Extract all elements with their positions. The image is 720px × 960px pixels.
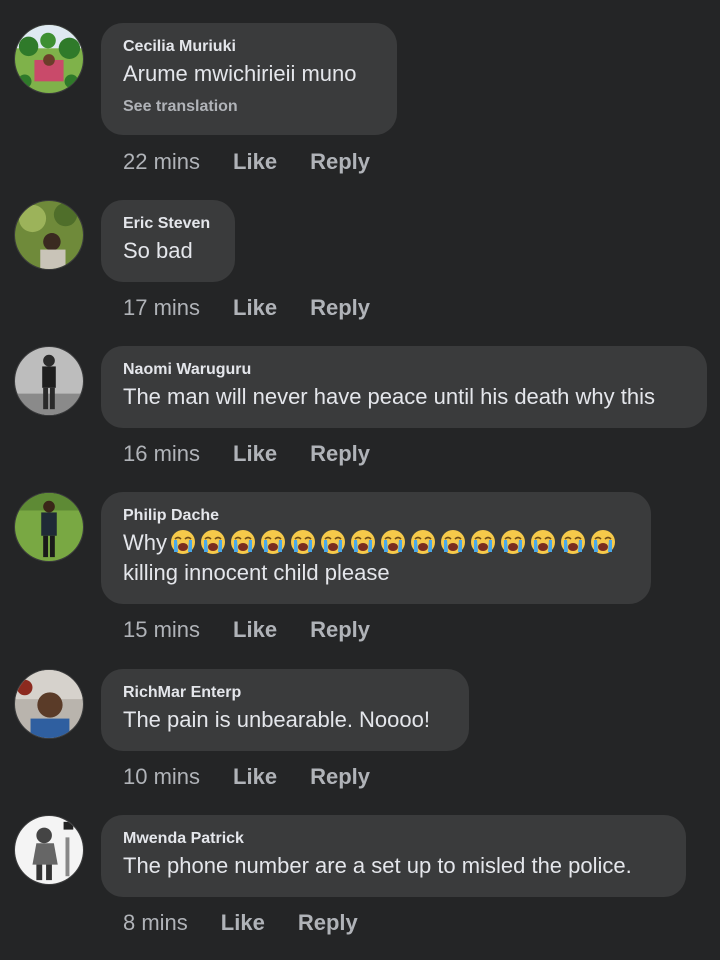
avatar-photo-icon [15,670,83,738]
comment-timestamp[interactable]: 22 mins [123,148,200,176]
comment-author[interactable]: Naomi Waruguru [123,360,685,380]
reply-button[interactable]: Reply [310,440,370,468]
comment-timestamp[interactable]: 10 mins [123,763,200,791]
comment-actions: 22 mins Like Reply [123,148,370,176]
loudly-crying-face-emoji [169,528,197,556]
comment-actions: 15 mins Like Reply [123,616,370,644]
like-button[interactable]: Like [233,148,277,176]
loudly-crying-face-emoji [259,528,287,556]
avatar[interactable] [14,492,84,562]
comment-timestamp[interactable]: 16 mins [123,440,200,468]
reply-button[interactable]: Reply [310,763,370,791]
comment-actions: 16 mins Like Reply [123,440,370,468]
like-button[interactable]: Like [233,440,277,468]
comment-text: Why [123,528,629,558]
comment-bubble: Naomi Waruguru The man will never have p… [101,346,707,428]
loudly-crying-face-emoji [349,528,377,556]
loudly-crying-face-emoji [499,528,527,556]
comment-bubble: Mwenda Patrick The phone number are a se… [101,815,686,897]
loudly-crying-face-emoji [589,528,617,556]
comment-text: So bad [123,238,193,263]
like-button[interactable]: Like [221,909,265,937]
loudly-crying-face-emoji [439,528,467,556]
loudly-crying-face-emoji [199,528,227,556]
comment-text-line2: killing innocent child please [123,560,390,585]
comment-bubble: Eric Steven So bad [101,200,235,282]
comment-author[interactable]: RichMar Enterp [123,683,447,703]
comment-actions: 8 mins Like Reply [123,909,358,937]
comment-bubble: Cecilia Muriuki Arume mwichirieii muno S… [101,23,397,135]
like-button[interactable]: Like [233,616,277,644]
like-button[interactable]: Like [233,294,277,322]
comment-timestamp[interactable]: 15 mins [123,616,200,644]
comment-text: Arume mwichirieii muno [123,61,357,86]
loudly-crying-face-emoji [469,528,497,556]
avatar-photo-icon [15,347,83,415]
comments-feed: Cecilia Muriuki Arume mwichirieii muno S… [0,0,720,960]
see-translation-link[interactable]: See translation [123,97,375,117]
comment-bubble: Philip Dache Why killing innocent child … [101,492,651,604]
loudly-crying-face-emoji [379,528,407,556]
loudly-crying-face-emoji [409,528,437,556]
avatar-photo-icon [15,816,83,884]
comment-text: The phone number are a set up to misled … [123,853,632,878]
reply-button[interactable]: Reply [298,909,358,937]
comment-text: The pain is unbearable. Noooo! [123,707,430,732]
loudly-crying-face-emoji [559,528,587,556]
avatar-photo-icon [15,25,83,93]
comment-timestamp[interactable]: 17 mins [123,294,200,322]
comment-author[interactable]: Eric Steven [123,214,213,234]
loudly-crying-face-emoji [229,528,257,556]
loudly-crying-face-emoji [319,528,347,556]
comment-bubble: RichMar Enterp The pain is unbearable. N… [101,669,469,751]
loudly-crying-face-emoji [529,528,557,556]
loudly-crying-face-emoji [289,528,317,556]
like-button[interactable]: Like [233,763,277,791]
avatar-photo-icon [15,201,83,269]
avatar[interactable] [14,24,84,94]
avatar[interactable] [14,200,84,270]
comment-author[interactable]: Philip Dache [123,506,629,526]
comment-author[interactable]: Mwenda Patrick [123,829,664,849]
reply-button[interactable]: Reply [310,294,370,322]
comment-timestamp[interactable]: 8 mins [123,909,188,937]
avatar-photo-icon [15,493,83,561]
emoji-row [167,530,617,555]
avatar[interactable] [14,669,84,739]
comment-text: The man will never have peace until his … [123,384,655,409]
avatar[interactable] [14,815,84,885]
comment-actions: 10 mins Like Reply [123,763,370,791]
avatar[interactable] [14,346,84,416]
comment-actions: 17 mins Like Reply [123,294,370,322]
comment-author[interactable]: Cecilia Muriuki [123,37,375,57]
reply-button[interactable]: Reply [310,148,370,176]
reply-button[interactable]: Reply [310,616,370,644]
comment-text-line1: Why [123,530,167,555]
